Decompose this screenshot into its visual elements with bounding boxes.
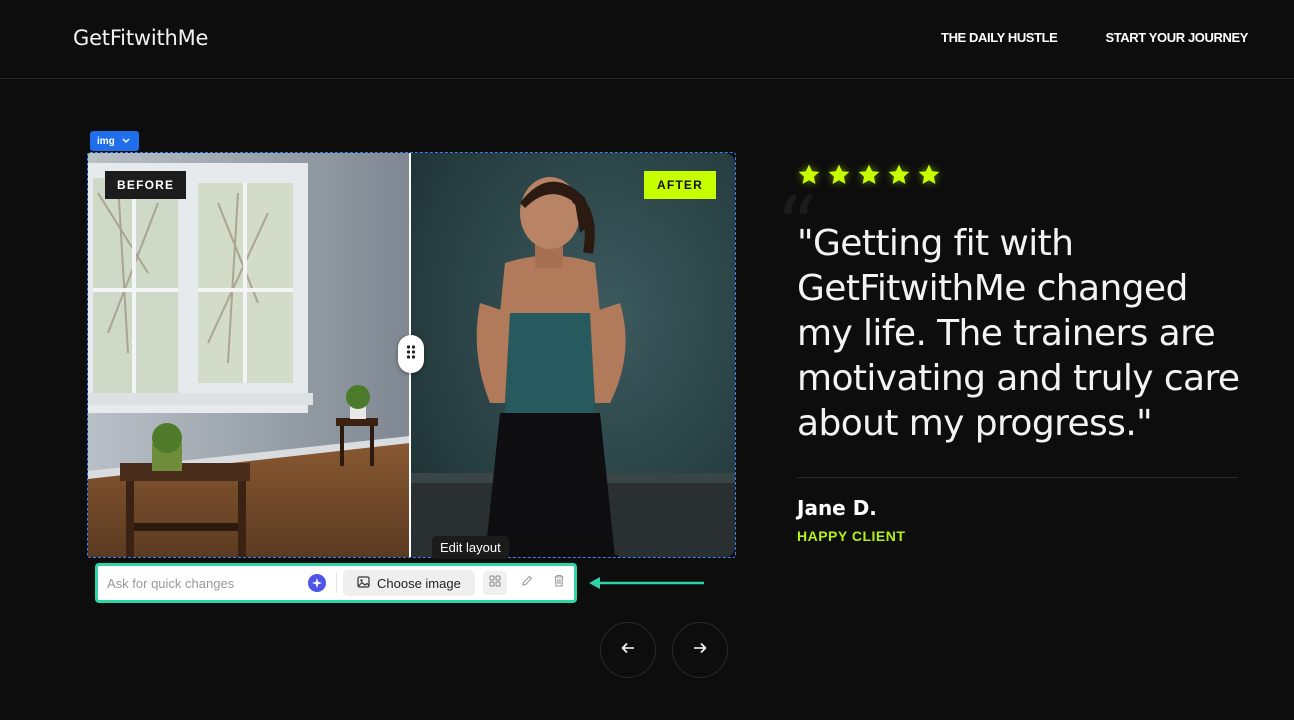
sparkle-icon[interactable]: [308, 574, 326, 592]
edit-layout-tooltip: Edit layout: [432, 536, 509, 559]
drag-handle-icon: [406, 344, 416, 365]
quick-changes-input[interactable]: [98, 566, 334, 600]
before-image: BEFORE: [88, 153, 410, 557]
testimonial-quote: "Getting fit with GetFitwithMe changed m…: [797, 223, 1240, 444]
arrow-right-icon: [693, 641, 707, 659]
after-image: AFTER: [410, 153, 735, 557]
star-icon: [888, 164, 910, 184]
rating-stars: [797, 163, 941, 187]
testimonial-role: HAPPY CLIENT: [797, 528, 906, 544]
element-type-badge[interactable]: img: [90, 131, 139, 151]
site-logo[interactable]: GetFitwithMe: [73, 26, 208, 50]
edit-button[interactable]: [515, 571, 539, 595]
edit-layout-button[interactable]: [482, 571, 507, 595]
after-label: AFTER: [644, 171, 716, 199]
delete-button[interactable]: [547, 571, 571, 595]
arrow-left-icon: [621, 641, 635, 659]
slider-handle[interactable]: [398, 335, 424, 373]
choose-image-button[interactable]: Choose image: [343, 570, 475, 596]
image-icon: [357, 575, 370, 591]
site-header: GetFitwithMe THE DAILY HUSTLE START YOUR…: [0, 0, 1294, 79]
pencil-icon: [521, 574, 533, 592]
next-testimonial-button[interactable]: [672, 622, 728, 678]
grid-icon: [489, 574, 501, 592]
nav-link-start-journey[interactable]: START YOUR JOURNEY: [1105, 30, 1248, 45]
chevron-down-icon: [122, 136, 130, 146]
element-type-label: img: [97, 135, 115, 147]
star-icon: [858, 164, 880, 184]
toolbar-divider: [336, 573, 337, 593]
nav-link-daily-hustle[interactable]: THE DAILY HUSTLE: [941, 30, 1058, 45]
testimonial-author: Jane D.: [797, 496, 877, 520]
before-after-slider[interactable]: BEFORE AFTER: [87, 152, 736, 558]
prev-testimonial-button[interactable]: [600, 622, 656, 678]
trash-icon: [553, 574, 565, 592]
star-icon: [828, 164, 850, 184]
testimonial-divider: [797, 477, 1238, 478]
main-nav: THE DAILY HUSTLE START YOUR JOURNEY: [941, 30, 1248, 45]
choose-image-label: Choose image: [377, 575, 461, 591]
star-icon: [918, 164, 940, 184]
annotation-arrow: [589, 577, 704, 589]
quick-edit-toolbar: Choose image: [95, 563, 577, 603]
before-label: BEFORE: [105, 171, 187, 199]
